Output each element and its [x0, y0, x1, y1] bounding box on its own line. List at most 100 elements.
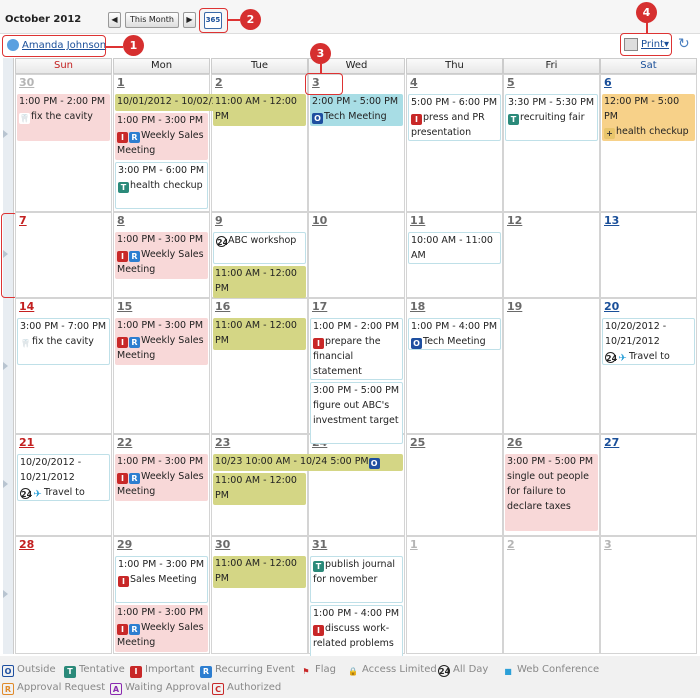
expand-week-arrow-icon[interactable]: [3, 130, 8, 138]
day-number[interactable]: 8: [117, 214, 125, 227]
day-number[interactable]: 25: [410, 436, 425, 449]
day-number[interactable]: 12: [507, 214, 522, 227]
day-number[interactable]: 4: [410, 76, 418, 89]
calendar-event[interactable]: 11:00 AM - 12:00 PMRGA Meeting: [213, 266, 306, 298]
calendar-event[interactable]: 10/20/2012 - 10/21/201224✈Travel to Cana…: [17, 454, 110, 501]
calendar-event[interactable]: 3:00 PM - 5:00 PM figure out ABC's invest…: [310, 382, 403, 444]
event-time: 11:00 AM - 12:00 PM: [215, 96, 297, 122]
prev-month-button[interactable]: ◀: [108, 12, 121, 28]
outside-icon: O: [2, 665, 14, 677]
calendar-event[interactable]: 11:00 AM - 12:00 PMRGA Meeting: [213, 94, 306, 126]
day-number[interactable]: 17: [312, 300, 327, 313]
calendar-event[interactable]: Tpublish journal for november: [310, 556, 403, 603]
this-month-button[interactable]: This Month: [125, 12, 179, 28]
day-cell[interactable]: 19: [503, 298, 600, 434]
calendar-event[interactable]: 1:00 PM - 3:00 PM I R Weekly Sales Meeting: [115, 605, 208, 652]
day-number[interactable]: 10: [312, 214, 327, 227]
day-cell[interactable]: 2: [503, 536, 600, 654]
callout-line-4: [646, 22, 648, 33]
calendar-event[interactable]: 3:00 PM - 7:00 PM 🦷 fix the cavity: [17, 318, 110, 365]
day-number[interactable]: 9: [215, 214, 223, 227]
calendar-event[interactable]: 10/20/2012 - 10/21/201224✈Travel to Cana…: [602, 318, 695, 365]
calendar-event[interactable]: 1:00 PM - 3:00 PM I R Weekly Sales Meeting: [115, 454, 208, 501]
day-number[interactable]: 30: [215, 538, 230, 551]
day-number[interactable]: 31: [312, 538, 327, 551]
waiting-approval-icon: A: [110, 683, 122, 695]
event-time: 1:00 PM - 3:00 PM: [117, 320, 204, 331]
day-number[interactable]: 1: [410, 538, 418, 551]
event-time: 10/20/2012 - 10/21/2012: [605, 321, 667, 347]
event-title: health checkup: [130, 180, 203, 191]
day-number[interactable]: 26: [507, 436, 522, 449]
calendar-event[interactable]: 11:00 AM - 12:00 PMRGA Meeting: [213, 318, 306, 350]
callout-box-2: [199, 8, 228, 33]
day-number[interactable]: 5: [507, 76, 515, 89]
day-number[interactable]: 21: [19, 436, 34, 449]
day-number[interactable]: 18: [410, 300, 425, 313]
expand-week-arrow-icon[interactable]: [3, 250, 8, 258]
day-number[interactable]: 29: [117, 538, 132, 551]
legend-important: I Important: [130, 664, 195, 678]
day-cell[interactable]: 12: [503, 212, 600, 298]
calendar-toolbar: October 2012 ◀ This Month ▶ 365: [0, 0, 700, 34]
event-time: 1:00 PM - 3:00 PM: [118, 559, 205, 570]
day-cell[interactable]: 28: [15, 536, 112, 654]
calendar-event[interactable]: 1:00 PM - 3:00 PM I Sales Meeting: [115, 556, 208, 603]
day-number[interactable]: 7: [19, 214, 27, 227]
next-month-button[interactable]: ▶: [183, 12, 196, 28]
day-number[interactable]: 27: [604, 436, 619, 449]
event-title: Tech Meeting: [324, 111, 387, 122]
weekday-header-sun: Sun: [15, 58, 112, 74]
day-number[interactable]: 23: [215, 436, 230, 449]
expand-week-arrow-icon[interactable]: [3, 590, 8, 598]
recurring-icon: R: [129, 337, 140, 348]
refresh-icon[interactable]: ↻: [678, 36, 690, 52]
day-number[interactable]: 20: [604, 300, 619, 313]
day-cell[interactable]: 10: [308, 212, 405, 298]
day-number[interactable]: 2: [507, 538, 515, 551]
calendar-event[interactable]: 2:00 PM - 5:00 PM O Tech Meeting: [310, 94, 403, 126]
day-cell[interactable]: 1: [406, 536, 503, 654]
day-cell[interactable]: 13: [600, 212, 697, 298]
calendar-event[interactable]: 3:00 PM - 5:00 PM single out people for f…: [505, 454, 598, 531]
calendar-event[interactable]: 1:00 PM - 3:00 PM I R Weekly Sales Meeting: [115, 113, 208, 160]
calendar-event[interactable]: 1:00 PM - 2:00 PM Iprepare the financial …: [310, 318, 403, 380]
day-number[interactable]: 13: [604, 214, 619, 227]
calendar-event[interactable]: 3:30 PM - 5:30 PM Trecruiting fair: [505, 94, 598, 141]
day-cell[interactable]: 25: [406, 434, 503, 536]
day-number[interactable]: 15: [117, 300, 132, 313]
calendar-event[interactable]: 1:00 PM - 2:00 PM 🦷 fix the cavity: [17, 94, 110, 141]
day-number[interactable]: 22: [117, 436, 132, 449]
day-cell[interactable]: 3: [600, 536, 697, 654]
calendar-event[interactable]: 10:00 AM - 11:00 AMcleanup day: [408, 232, 501, 264]
day-cell[interactable]: 24: [308, 434, 405, 536]
calendar-event[interactable]: 12:00 PM - 5:00 PM + health checkup: [602, 94, 695, 141]
day-number[interactable]: 11: [410, 214, 425, 227]
day-number[interactable]: 16: [215, 300, 230, 313]
day-cell[interactable]: 7: [15, 212, 112, 298]
day-number[interactable]: 30: [19, 76, 34, 89]
day-cell[interactable]: 27: [600, 434, 697, 536]
calendar-event[interactable]: 24ABC workshop: [213, 232, 306, 264]
day-number[interactable]: 6: [604, 76, 612, 89]
calendar-event[interactable]: 1:00 PM - 3:00 PM I R Weekly Sales Meeting: [115, 318, 208, 365]
calendar-event[interactable]: 3:00 PM - 6:00 PM Thealth checkup: [115, 162, 208, 209]
day-number[interactable]: 2: [215, 76, 223, 89]
expand-week-arrow-icon[interactable]: [3, 362, 8, 370]
day-number[interactable]: 14: [19, 300, 34, 313]
day-number[interactable]: 28: [19, 538, 34, 551]
recurring-icon: R: [129, 624, 140, 635]
day-number[interactable]: 1: [117, 76, 125, 89]
day-cell[interactable]: 30: [211, 536, 308, 654]
calendar-event[interactable]: 1:00 PM - 3:00 PM I R Weekly Sales Meeting: [115, 232, 208, 279]
day-number[interactable]: 3: [604, 538, 612, 551]
calendar-event[interactable]: 5:00 PM - 6:00 PM Ipress and PR presentat…: [408, 94, 501, 141]
calendar-event[interactable]: 10/23 10:00 AM - 10/24 5:00 PMOtrav...: [213, 454, 403, 471]
calendar-event[interactable]: 11:00 AM - 12:00 PMRGA Meeting: [213, 556, 306, 588]
weekday-header-thu: Thu: [406, 58, 503, 74]
day-number[interactable]: 19: [507, 300, 522, 313]
expand-week-arrow-icon[interactable]: [3, 480, 8, 488]
event-time: 11:00 AM - 12:00 PM: [215, 558, 297, 584]
calendar-event[interactable]: 11:00 AM - 12:00 PMRGA Meeting: [213, 473, 306, 505]
calendar-event[interactable]: 1:00 PM - 4:00 PM O Tech Meeting: [408, 318, 501, 350]
